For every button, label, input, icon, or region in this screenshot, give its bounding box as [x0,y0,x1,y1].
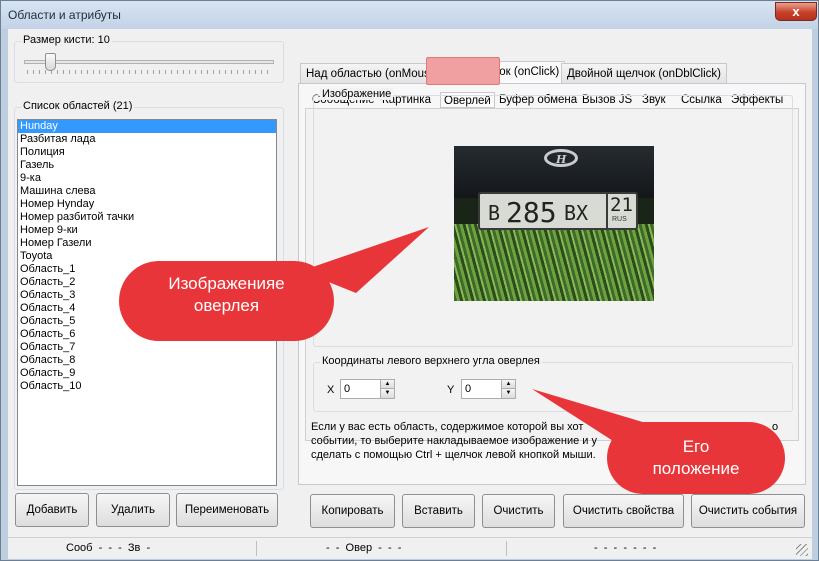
status-divider-1 [256,541,257,556]
brush-size-label-text: Размер кисти: [23,34,95,46]
status-segment-3: - - - - - - - [594,542,657,554]
x-spin-up-icon[interactable]: ▲ [380,380,394,389]
delete-button[interactable]: Удалить [96,493,170,527]
plate-letters-right: BX [564,201,589,225]
x-label: X [327,384,335,396]
y-coordinate-value: 0 [465,383,472,395]
overlay-callout: Изображенияе оверлея [119,261,334,341]
list-item[interactable]: 9-ка [18,172,276,185]
y-spin-up-icon[interactable]: ▲ [501,380,515,389]
clear-button[interactable]: Очистить [482,494,555,528]
y-spin-down-icon[interactable]: ▼ [501,389,515,398]
x-spin-down-icon[interactable]: ▼ [380,389,394,398]
x-coordinate-value: 0 [344,383,351,395]
list-item[interactable]: Область_10 [18,380,276,393]
clear-events-button[interactable]: Очистить события [691,494,805,528]
image-group-label: Изображение [320,88,394,100]
overlay-image[interactable]: H B 285 BX 21 RUS [454,146,654,301]
status-segment-2: - - Овер - - - [326,542,402,554]
list-item[interactable]: Область_8 [18,354,276,367]
plate-letter-left: B [488,201,501,225]
brush-size-group: Размер кисти: 10 [14,34,284,83]
status-segment-1: Сооб - - - Зв - [66,542,151,554]
y-coordinate-spinner[interactable]: 0 ▲ ▼ [461,379,516,399]
brush-size-ticks [27,70,272,74]
overlay-callout-line2: оверлея [193,296,260,315]
list-item[interactable]: Hunday [18,120,276,133]
list-item[interactable]: Полиция [18,146,276,159]
tab-on-dbl-click[interactable]: Двойной щелчок (onDblClick) [561,63,727,84]
help-line-3: сделать с помощью Ctrl + щелчок левой кн… [311,449,596,461]
active-subtab-highlight [426,57,500,85]
plate-region-box: 21 RUS [606,194,638,228]
list-item[interactable]: Номер разбитой тачки [18,211,276,224]
license-plate: B 285 BX 21 RUS [478,192,638,230]
rename-button[interactable]: Переименовать [176,493,278,527]
status-divider-2 [506,541,507,556]
list-item[interactable]: Область_7 [18,341,276,354]
list-item[interactable]: Машина слева [18,185,276,198]
title-bar: Области и атрибуты x [1,1,818,29]
list-item[interactable]: Номер 9-ки [18,224,276,237]
position-callout: Его положение [607,422,785,494]
brush-size-thumb[interactable] [45,53,56,71]
x-coordinate-spinner[interactable]: 0 ▲ ▼ [340,379,395,399]
list-item[interactable]: Газель [18,159,276,172]
list-item[interactable]: Номер Hynday [18,198,276,211]
overlay-callout-line1: Изображенияе [168,274,285,293]
plate-region: 21 [610,194,633,216]
add-button[interactable]: Добавить [15,493,89,527]
clear-properties-button[interactable]: Очистить свойства [563,494,684,528]
position-callout-line2: положение [652,459,740,478]
position-callout-line1: Его [682,437,710,456]
resize-grip-icon[interactable] [796,544,808,556]
help-line-1: Если у вас есть область, содержимое кото… [311,421,584,433]
status-bar: Сооб - - - Зв - - - Овер - - - - - - - -… [8,537,812,559]
plate-rus: RUS [612,216,627,223]
close-button[interactable]: x [775,2,817,21]
help-line-2: событии, то выберите накладываемое изобр… [311,435,597,447]
coords-group-label: Координаты левого верхнего угла оверлея [320,355,542,367]
y-label: Y [447,384,455,396]
list-item[interactable]: Номер Газели [18,237,276,250]
brush-size-track[interactable] [24,60,274,64]
brush-size-label: Размер кисти: 10 [21,34,112,46]
copy-button[interactable]: Копировать [310,494,395,528]
list-item[interactable]: Разбитая лада [18,133,276,146]
dialog-window: Области и атрибуты x Размер кисти: 10 Сп… [0,0,819,561]
paste-button[interactable]: Вставить [402,494,475,528]
list-item[interactable]: Область_9 [18,367,276,380]
plate-digits: 285 [506,196,557,229]
grass-area [454,224,654,301]
areas-list-label: Список областей (21) [21,100,135,112]
car-logo-icon: H [544,149,578,167]
brush-size-value: 10 [97,34,110,46]
window-title: Области и атрибуты [8,8,121,22]
